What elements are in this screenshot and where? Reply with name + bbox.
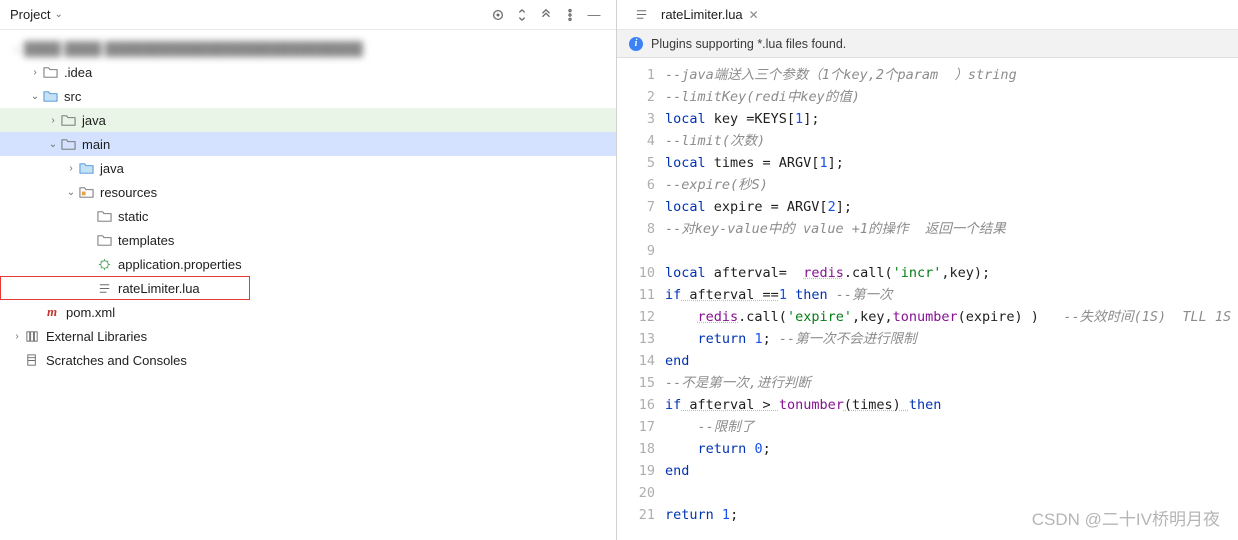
tree-folder-resources[interactable]: ⌄resources — [0, 180, 616, 204]
tree-file-pom[interactable]: mpom.xml — [0, 300, 616, 324]
collapse-all-icon[interactable] — [537, 6, 555, 24]
tree-folder-java-2[interactable]: ›java — [0, 156, 616, 180]
source-folder-icon — [78, 160, 94, 176]
tree-folder-java-1[interactable]: ›java — [0, 108, 616, 132]
code-content[interactable]: --java端送入三个参数（1个key,2个param ）string --li… — [665, 58, 1231, 540]
tree-file-ratelimiter[interactable]: rateLimiter.lua — [0, 276, 250, 300]
expand-collapse-icon[interactable] — [513, 6, 531, 24]
libraries-icon — [24, 328, 40, 344]
tree-folder-src[interactable]: ⌄src — [0, 84, 616, 108]
project-panel-title[interactable]: Project — [10, 7, 50, 22]
notification-text: Plugins supporting *.lua files found. — [651, 37, 846, 51]
code-editor[interactable]: 123456789101112131415161718192021 --java… — [617, 58, 1238, 540]
plugin-notification[interactable]: i Plugins supporting *.lua files found. — [617, 30, 1238, 58]
line-gutter: 123456789101112131415161718192021 — [617, 58, 665, 540]
scratches-icon — [24, 352, 40, 368]
folder-icon — [42, 64, 58, 80]
editor-panel: rateLimiter.lua ✕ i Plugins supporting *… — [617, 0, 1238, 540]
more-icon[interactable] — [561, 6, 579, 24]
tree-external-libraries[interactable]: ›External Libraries — [0, 324, 616, 348]
tree-folder-idea[interactable]: ›.idea — [0, 60, 616, 84]
folder-icon — [60, 112, 76, 128]
tree-folder-main[interactable]: ⌄main — [0, 132, 616, 156]
text-file-icon — [633, 7, 649, 23]
folder-icon — [60, 136, 76, 152]
tree-folder-static[interactable]: static — [0, 204, 616, 228]
project-tree[interactable]: ⌄████ ████ ████████████████████████████ … — [0, 30, 616, 540]
folder-icon — [42, 88, 58, 104]
text-file-icon — [96, 280, 112, 296]
editor-tab-bar: rateLimiter.lua ✕ — [617, 0, 1238, 30]
tree-scratches[interactable]: Scratches and Consoles — [0, 348, 616, 372]
properties-file-icon — [96, 256, 112, 272]
project-panel-header: Project ⌄ — — [0, 0, 616, 30]
maven-file-icon: m — [44, 304, 60, 320]
tree-folder-templates[interactable]: templates — [0, 228, 616, 252]
tab-label: rateLimiter.lua — [661, 7, 743, 22]
target-icon[interactable] — [489, 6, 507, 24]
folder-icon — [96, 208, 112, 224]
info-icon: i — [629, 37, 643, 51]
close-icon[interactable]: ✕ — [749, 8, 759, 22]
hide-icon[interactable]: — — [585, 6, 603, 24]
resources-folder-icon — [78, 184, 94, 200]
editor-tab-ratelimiter[interactable]: rateLimiter.lua ✕ — [625, 0, 767, 30]
chevron-down-icon[interactable]: ⌄ — [54, 9, 62, 20]
tree-root[interactable]: ⌄████ ████ ████████████████████████████ — [0, 36, 616, 60]
folder-icon — [96, 232, 112, 248]
project-panel: Project ⌄ — ⌄████ ████ █████████████████… — [0, 0, 617, 540]
tree-file-app-properties[interactable]: application.properties — [0, 252, 616, 276]
